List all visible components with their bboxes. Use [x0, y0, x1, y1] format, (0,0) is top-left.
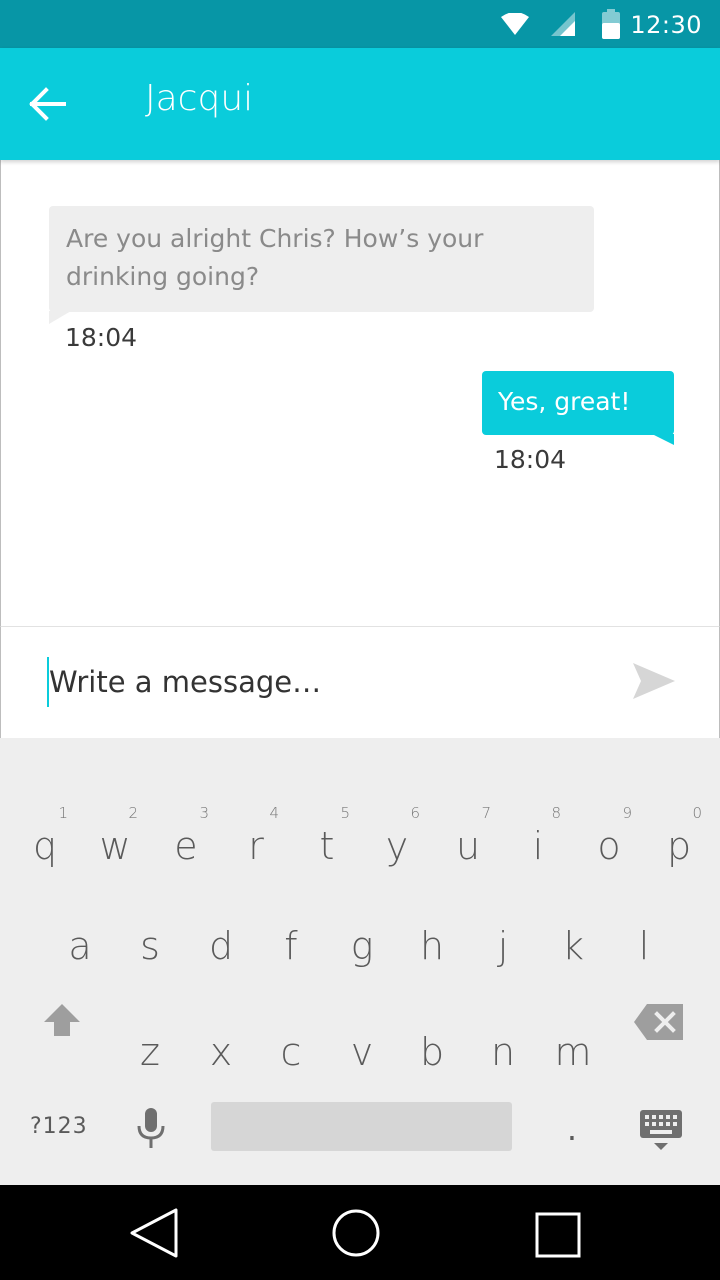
key-hint: 3	[199, 804, 209, 822]
space-bar[interactable]	[211, 1102, 512, 1151]
key-label: d	[208, 924, 234, 968]
conversation-title: Jacqui	[145, 78, 254, 119]
key-label: b	[419, 1030, 445, 1074]
key-b[interactable]: b	[397, 974, 467, 1074]
key-label: j	[497, 924, 509, 968]
key-label: l	[638, 924, 650, 968]
key-hint: 6	[410, 804, 420, 822]
period-key[interactable]: .	[560, 1110, 584, 1148]
key-label: e	[174, 824, 198, 868]
key-h[interactable]: h	[397, 868, 467, 968]
key-label: a	[68, 924, 92, 968]
key-label: q	[32, 824, 58, 868]
back-triangle-icon[interactable]	[128, 1207, 180, 1259]
key-e[interactable]: 3e	[151, 768, 221, 868]
key-f[interactable]: f	[256, 868, 326, 968]
message-input[interactable]	[49, 657, 609, 707]
key-z[interactable]: z	[115, 974, 185, 1074]
key-hint: 1	[58, 804, 68, 822]
key-label: y	[385, 824, 409, 868]
key-y[interactable]: 6y	[362, 768, 432, 868]
key-hint: 0	[692, 804, 702, 822]
key-x[interactable]: x	[186, 974, 256, 1074]
key-label: p	[666, 824, 692, 868]
key-g[interactable]: g	[327, 868, 397, 968]
incoming-message-bubble[interactable]: Are you alright Chris? How’s your drinki…	[49, 206, 594, 312]
outgoing-message-time: 18:04	[494, 445, 567, 474]
key-label: h	[419, 924, 445, 968]
key-a[interactable]: a	[45, 868, 115, 968]
recents-square-icon[interactable]	[534, 1211, 582, 1259]
key-label: v	[350, 1030, 374, 1074]
key-t[interactable]: 5t	[292, 768, 362, 868]
key-o[interactable]: 9o	[574, 768, 644, 868]
arrow-back-icon[interactable]	[26, 84, 70, 124]
key-d[interactable]: d	[186, 868, 256, 968]
key-l[interactable]: l	[609, 868, 679, 968]
key-hint: 7	[481, 804, 491, 822]
outgoing-bubble-tail	[652, 434, 674, 445]
message-list[interactable]: Are you alright Chris? How’s your drinki…	[0, 160, 720, 626]
key-hint: 9	[622, 804, 632, 822]
key-hint: 2	[128, 804, 138, 822]
key-label: m	[554, 1030, 592, 1074]
status-clock: 12:30	[630, 11, 702, 39]
key-j[interactable]: j	[468, 868, 538, 968]
shift-icon[interactable]	[42, 1000, 82, 1040]
key-hint: 5	[340, 804, 350, 822]
key-label: u	[455, 824, 481, 868]
backspace-icon[interactable]	[633, 1002, 685, 1042]
key-u[interactable]: 7u	[433, 768, 503, 868]
key-label: k	[561, 924, 584, 968]
key-c[interactable]: c	[256, 974, 326, 1074]
key-q[interactable]: 1q	[10, 768, 80, 868]
navigation-bar	[0, 1185, 720, 1280]
key-p[interactable]: 0p	[644, 768, 714, 868]
symbols-key[interactable]: ?123	[30, 1114, 88, 1139]
status-bar: 12:30	[0, 0, 720, 48]
cell-signal-icon	[551, 12, 575, 36]
key-v[interactable]: v	[327, 974, 397, 1074]
key-i[interactable]: 8i	[503, 768, 573, 868]
key-w[interactable]: 2w	[80, 768, 150, 868]
key-label: n	[490, 1030, 516, 1074]
key-label: r	[248, 824, 264, 868]
incoming-message-time: 18:04	[65, 323, 138, 352]
microphone-icon[interactable]	[134, 1106, 168, 1150]
key-label: g	[350, 924, 374, 968]
key-label: w	[99, 824, 131, 868]
key-r[interactable]: 4r	[221, 768, 291, 868]
keyboard-hide-icon[interactable]	[638, 1108, 684, 1152]
key-k[interactable]: k	[538, 868, 608, 968]
app-bar: Jacqui	[0, 48, 720, 160]
send-icon[interactable]	[631, 661, 677, 701]
home-circle-icon[interactable]	[330, 1207, 382, 1259]
key-label: t	[319, 824, 335, 868]
wifi-icon	[501, 13, 529, 35]
key-label: i	[532, 824, 544, 868]
key-n[interactable]: n	[468, 974, 538, 1074]
battery-icon	[602, 9, 620, 39]
key-label: x	[209, 1030, 233, 1074]
soft-keyboard: 1q 2w 3e 4r 5t 6y 7u 8i 9o 0p a s d f g …	[0, 738, 720, 1185]
key-hint: 4	[269, 804, 279, 822]
key-label: c	[280, 1030, 302, 1074]
key-s[interactable]: s	[115, 868, 185, 968]
key-m[interactable]: m	[538, 974, 608, 1074]
key-label: f	[284, 924, 298, 968]
key-hint: 8	[551, 804, 561, 822]
key-label: z	[140, 1030, 160, 1074]
outgoing-message-bubble[interactable]: Yes, great!	[482, 371, 674, 435]
key-label: s	[140, 924, 160, 968]
key-label: o	[597, 824, 621, 868]
compose-bar	[0, 626, 720, 738]
